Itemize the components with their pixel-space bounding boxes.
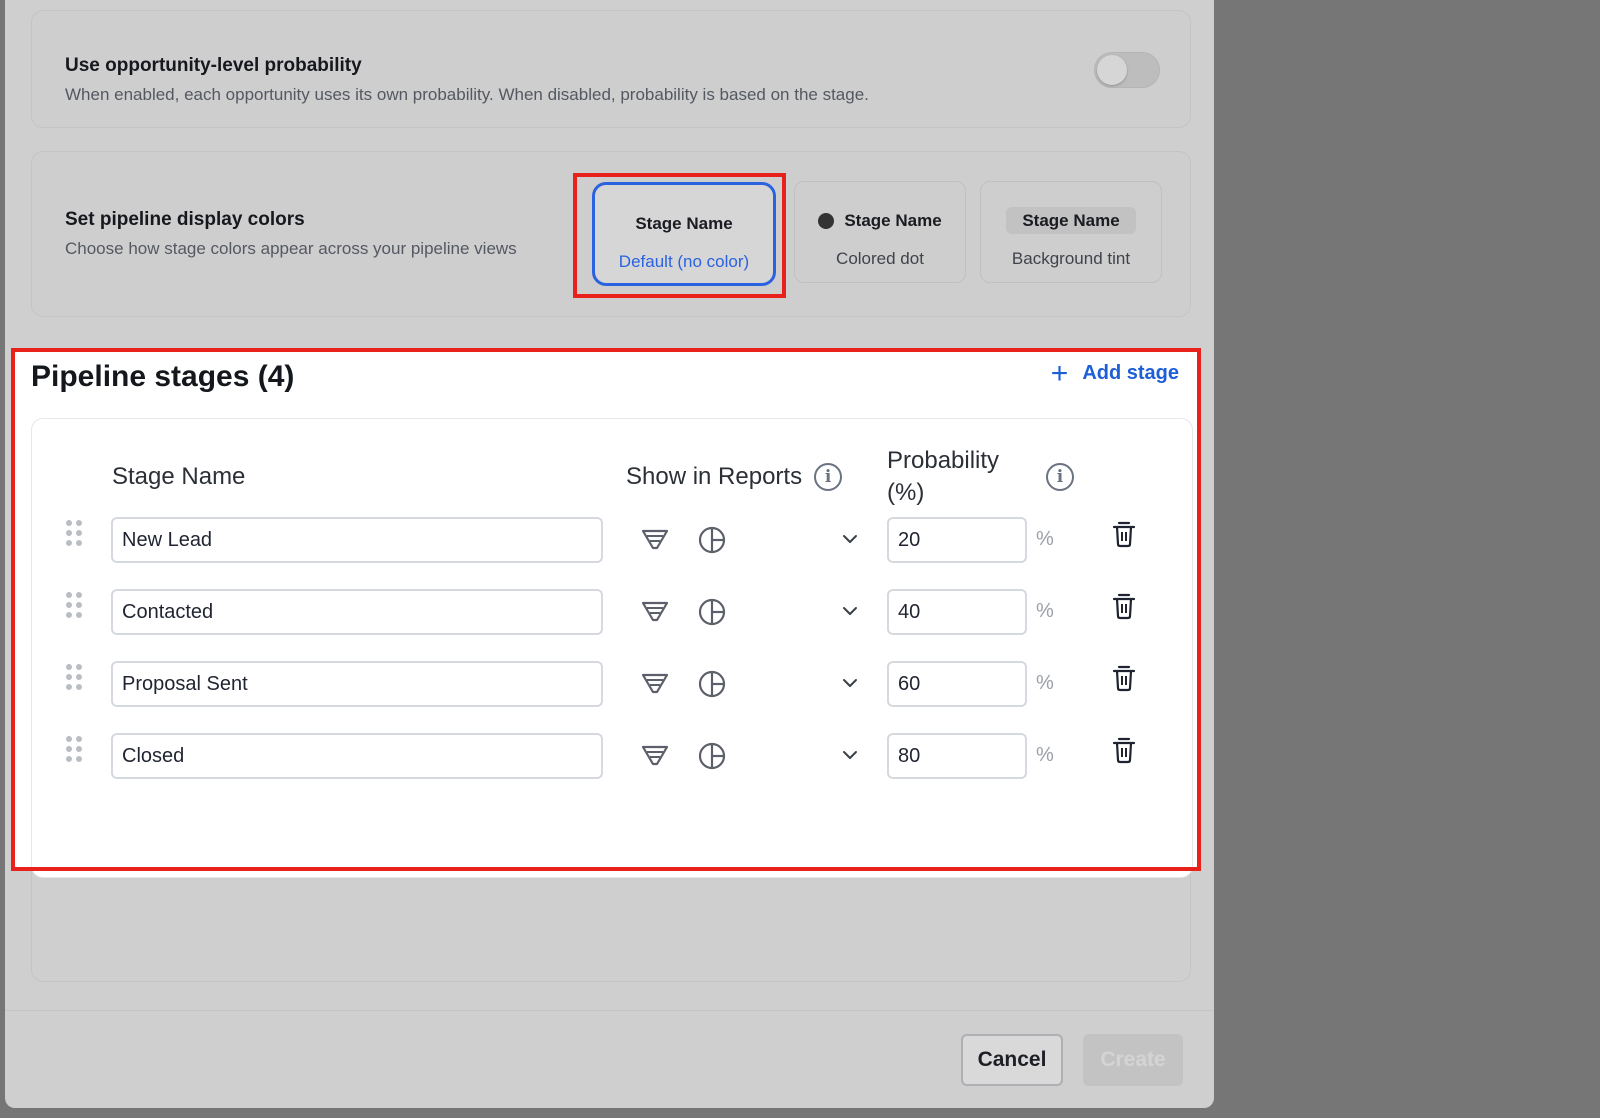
color-option-label: Colored dot [836, 249, 924, 268]
probability-input[interactable] [887, 661, 1027, 707]
pie-chart-icon[interactable] [697, 525, 727, 555]
drag-handle-icon[interactable] [66, 592, 86, 622]
display-colors-card: Set pipeline display colors Choose how s… [31, 151, 1191, 317]
probability-input[interactable] [887, 733, 1027, 779]
chevron-down-icon[interactable] [839, 528, 861, 550]
pie-chart-icon[interactable] [697, 741, 727, 771]
color-option-name-row: Stage Name [981, 207, 1161, 234]
stages-table: Stage Name Show in Reports i Probability… [31, 418, 1193, 878]
column-header-stage-name: Stage Name [112, 463, 246, 490]
trash-icon[interactable] [1110, 519, 1138, 549]
stage-name-input[interactable] [111, 517, 603, 563]
stage-name-input[interactable] [111, 589, 603, 635]
table-row: % [32, 589, 1192, 635]
column-header-reports-label: Show in Reports [626, 463, 803, 490]
stage-name-input[interactable] [111, 661, 603, 707]
table-row: % [32, 517, 1192, 563]
chevron-down-icon[interactable] [839, 744, 861, 766]
percent-label: % [1036, 672, 1054, 694]
trash-icon[interactable] [1110, 735, 1138, 765]
colored-dot-icon [818, 213, 835, 229]
probability-toggle[interactable] [1094, 52, 1160, 88]
color-option-background-tint[interactable]: Stage Name Background tint [980, 181, 1162, 283]
chevron-down-icon[interactable] [839, 672, 861, 694]
pie-chart-icon[interactable] [697, 669, 727, 699]
lower-card-edge [31, 868, 1191, 982]
funnel-icon[interactable] [640, 597, 670, 627]
chevron-down-icon[interactable] [839, 600, 861, 622]
funnel-icon[interactable] [640, 525, 670, 555]
pipeline-stages-title: Pipeline stages (4) [31, 360, 295, 393]
info-icon[interactable]: i [814, 463, 843, 491]
color-option-label: Default (no color) [618, 252, 750, 271]
cancel-button[interactable]: Cancel [961, 1034, 1063, 1086]
pipeline-stages-section: Pipeline stages (4) + Add stage Stage Na… [15, 352, 1197, 878]
percent-label: % [1036, 528, 1054, 550]
percent-label: % [1036, 744, 1054, 766]
color-option-name-row: Stage Name [795, 211, 965, 231]
probability-setting-card: Use opportunity-level probability When e… [31, 10, 1191, 128]
funnel-icon[interactable] [640, 669, 670, 699]
column-header-probability: Probability (%) [887, 445, 1017, 509]
trash-icon[interactable] [1110, 591, 1138, 621]
color-option-name: Stage Name [844, 211, 942, 230]
display-colors-title: Set pipeline display colors [65, 209, 305, 230]
probability-setting-text: Use opportunity-level probability When e… [65, 55, 869, 105]
add-stage-button[interactable]: + Add stage [1050, 356, 1179, 390]
display-colors-description: Choose how stage colors appear across yo… [65, 239, 517, 258]
probability-setting-title: Use opportunity-level probability [65, 55, 362, 76]
trash-icon[interactable] [1110, 663, 1138, 693]
column-header-reports: Show in Reports i [626, 463, 843, 491]
display-colors-text: Set pipeline display colors Choose how s… [65, 209, 517, 259]
drag-handle-icon[interactable] [66, 736, 86, 766]
column-header-probability-label: Probability (%) [887, 447, 1000, 506]
table-row: % [32, 733, 1192, 779]
funnel-icon[interactable] [640, 741, 670, 771]
probability-input[interactable] [887, 589, 1027, 635]
color-option-default[interactable]: Stage Name Default (no color) [592, 182, 776, 286]
table-row: % [32, 661, 1192, 707]
drag-handle-icon[interactable] [66, 520, 86, 550]
create-button[interactable]: Create [1083, 1034, 1183, 1086]
percent-label: % [1036, 600, 1054, 622]
add-stage-label: Add stage [1082, 362, 1179, 384]
drag-handle-icon[interactable] [66, 664, 86, 694]
color-option-label: Background tint [1011, 249, 1131, 268]
color-option-name: Stage Name [635, 214, 733, 233]
pie-chart-icon[interactable] [697, 597, 727, 627]
plus-icon: + [1050, 356, 1069, 390]
footer-divider [5, 1010, 1214, 1011]
color-option-colored-dot[interactable]: Stage Name Colored dot [794, 181, 966, 283]
probability-input[interactable] [887, 517, 1027, 563]
stage-name-input[interactable] [111, 733, 603, 779]
color-option-name: Stage Name [1006, 207, 1136, 234]
probability-setting-description: When enabled, each opportunity uses its … [65, 85, 869, 104]
toggle-knob [1097, 55, 1127, 85]
info-icon[interactable]: i [1046, 463, 1074, 491]
